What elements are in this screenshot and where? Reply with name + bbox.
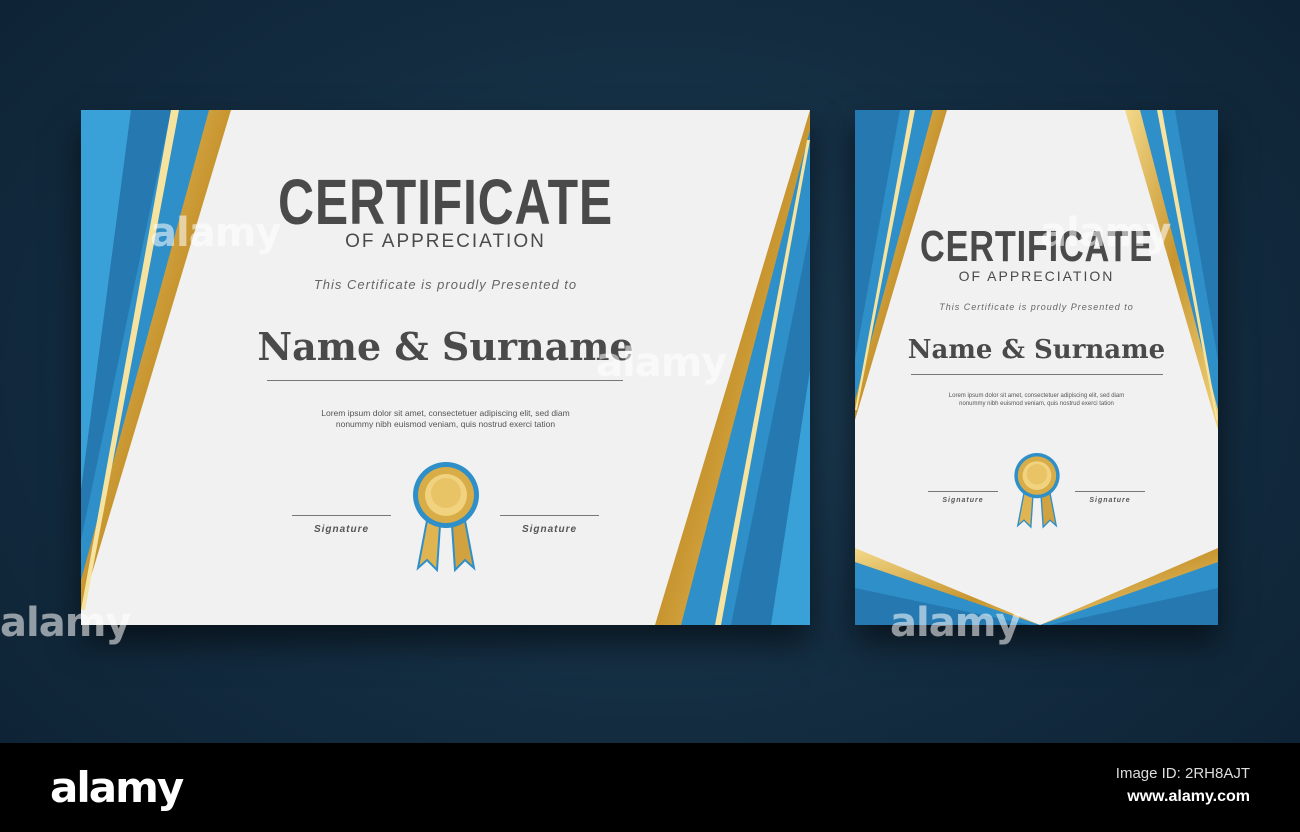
certificate-subtitle: OF APPRECIATION — [958, 268, 1115, 284]
signature-label-right: Signature — [521, 524, 578, 535]
image-id: Image ID: 2RH8AJT — [1115, 765, 1250, 782]
blue-gold-stripes-decoration — [855, 110, 1218, 625]
watermark: alamy — [1040, 210, 1171, 256]
description-line-2: nonummy nibh euismod veniam, quis nostru… — [959, 401, 1114, 407]
presented-text: This Certificate is proudly Presented to — [939, 302, 1134, 312]
signature-label-right: Signature — [1089, 497, 1131, 504]
watermark: alamy — [0, 600, 131, 646]
description-line-1: Lorem ipsum dolor sit amet, consectetuer… — [321, 408, 570, 418]
description-line-1: Lorem ipsum dolor sit amet, consectetuer… — [948, 393, 1125, 399]
watermark: alamy — [150, 210, 281, 256]
name-underline — [267, 380, 623, 381]
signature-line-right — [500, 515, 599, 516]
watermark: alamy — [890, 600, 1021, 646]
signature-label-left: Signature — [942, 497, 984, 504]
signature-line-left — [292, 515, 391, 516]
signature-label-left: Signature — [313, 524, 370, 535]
certificate-portrait: CERTIFICATE OF APPRECIATION This Certifi… — [855, 110, 1218, 625]
site-url[interactable]: www.alamy.com — [1127, 788, 1250, 806]
signature-line-left — [928, 491, 998, 492]
gold-medal-badge-icon — [1014, 452, 1060, 529]
footer-bar: alamy Image ID: 2RH8AJT www.alamy.com — [0, 743, 1300, 832]
recipient-name: Name & Surname — [907, 335, 1166, 365]
gold-medal-badge-icon — [413, 462, 479, 572]
watermark: alamy — [596, 340, 727, 386]
alamy-logo: alamy — [50, 763, 184, 812]
presented-text: This Certificate is proudly Presented to — [313, 277, 578, 292]
signature-line-right — [1075, 491, 1145, 492]
description-line-2: nonummy nibh euismod veniam, quis nostru… — [335, 419, 556, 429]
name-underline — [911, 374, 1163, 375]
